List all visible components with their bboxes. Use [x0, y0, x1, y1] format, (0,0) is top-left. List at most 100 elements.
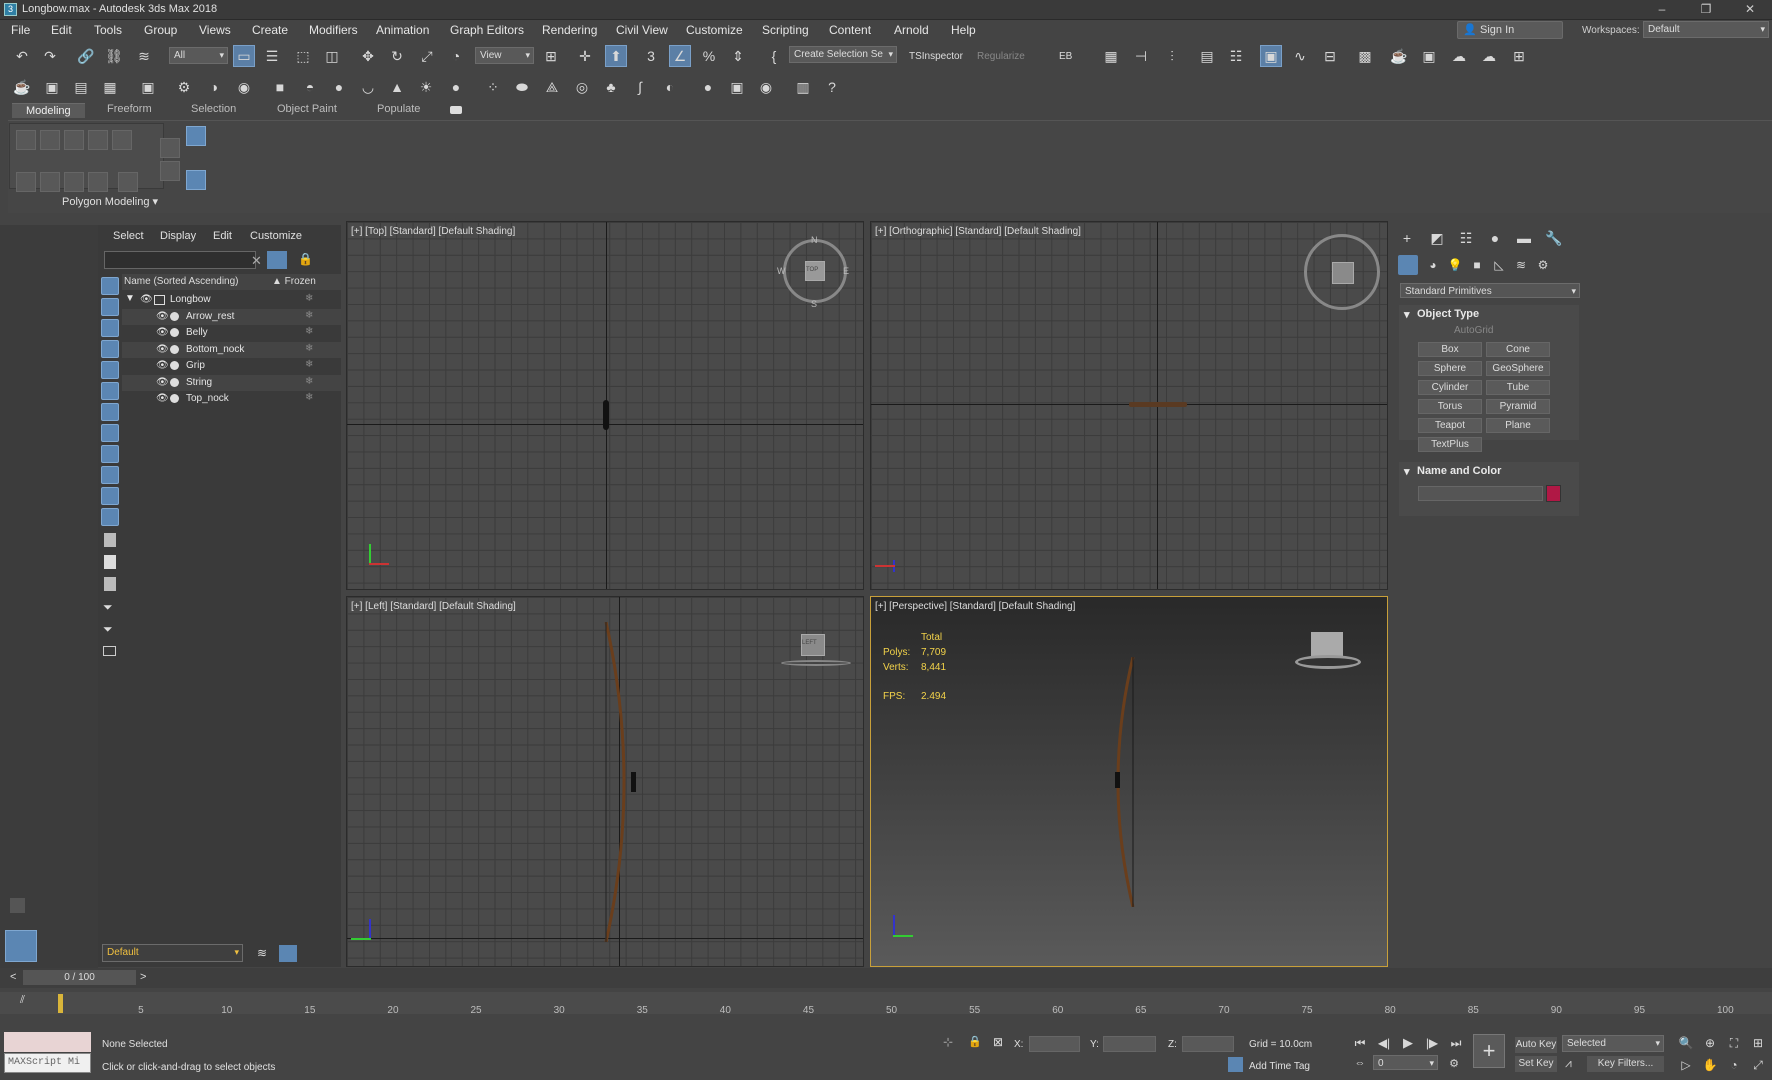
display-invert-icon[interactable] — [104, 577, 116, 591]
display-shapes-icon[interactable] — [101, 298, 119, 316]
isolate-selection-icon[interactable]: ⊹ — [943, 1035, 953, 1049]
sign-in-button[interactable]: 👤 Sign In — [1457, 21, 1563, 39]
ribbon-options-icon[interactable] — [450, 106, 462, 114]
display-geometry-icon[interactable] — [101, 277, 119, 295]
z-coordinate-field[interactable] — [1182, 1036, 1234, 1052]
time-slider-prev-icon[interactable]: < — [10, 971, 16, 983]
pivot-center-icon[interactable]: ⊞ — [540, 45, 562, 67]
freeze-icon[interactable]: ❄ — [305, 392, 313, 403]
freeze-icon[interactable]: ❄ — [305, 376, 313, 387]
render-icon[interactable]: ◉ — [233, 76, 255, 98]
capsule-icon[interactable]: ⬬ — [511, 76, 533, 98]
primitive-category-dropdown[interactable]: Standard Primitives — [1400, 283, 1580, 299]
space-warps-category-icon[interactable]: ≋ — [1510, 254, 1532, 276]
viewport-orthographic[interactable]: [+] [Orthographic] [Standard] [Default S… — [870, 221, 1388, 590]
object-color-swatch[interactable] — [1546, 485, 1561, 502]
rollout-toggle-icon[interactable]: ▾ — [1404, 465, 1410, 478]
next-modifier-icon[interactable] — [64, 172, 84, 192]
eye-icon[interactable]: 👁 — [156, 311, 169, 322]
keyboard-shortcut-override-icon[interactable]: ⬆ — [605, 45, 627, 67]
lock-icon[interactable]: 🔒 — [298, 252, 313, 266]
freeze-icon[interactable]: ❄ — [305, 343, 313, 354]
app-icon[interactable]: 3 — [4, 3, 17, 16]
close-button[interactable]: ✕ — [1728, 0, 1772, 20]
box-button[interactable]: Box — [1418, 342, 1482, 357]
object-name-input[interactable] — [1418, 486, 1543, 501]
longbow-left-view[interactable] — [602, 622, 652, 942]
curve-editor-mini-icon[interactable]: ⫽ — [20, 994, 25, 1007]
tube-button[interactable]: Tube — [1486, 380, 1550, 395]
viewcube-ring[interactable] — [781, 660, 851, 666]
eye-icon[interactable]: 👁 — [156, 393, 169, 404]
freeze-icon[interactable]: ❄ — [305, 293, 313, 304]
teapot-button[interactable]: Teapot — [1418, 418, 1482, 433]
tree-item-belly[interactable]: 👁 Belly ❄ — [122, 325, 341, 341]
longbow-top-view[interactable] — [603, 400, 609, 430]
previous-modifier-icon[interactable] — [40, 172, 60, 192]
layer-explorer-toggle-icon[interactable] — [279, 945, 297, 962]
viewport-label[interactable]: [+] [Left] [Standard] [Default Shading] — [351, 601, 516, 612]
menu-create[interactable]: Create — [252, 23, 288, 37]
folder-icon[interactable] — [103, 646, 116, 656]
viewport-left[interactable]: [+] [Left] [Standard] [Default Shading] … — [346, 596, 864, 967]
viewport-label[interactable]: [+] [Top] [Standard] [Default Shading] — [351, 226, 515, 237]
tab-freeform[interactable]: Freeform — [107, 103, 152, 115]
tripod-icon[interactable]: ⟁ — [541, 76, 563, 98]
percent-snap-icon[interactable]: % — [698, 45, 720, 67]
go-to-end-icon[interactable]: ⏭ — [1445, 1032, 1467, 1054]
help-icon[interactable]: ? — [821, 76, 843, 98]
mirror-icon[interactable]: ⊣ — [1130, 45, 1152, 67]
hierarchy-tab-icon[interactable]: ☷ — [1455, 227, 1477, 249]
headphones-icon[interactable]: ◑ — [203, 76, 225, 98]
snaps-toggle-icon[interactable]: 3 — [640, 45, 662, 67]
link-icon[interactable]: 🔗 — [75, 45, 97, 67]
zoom-icon[interactable]: 🔍 — [1675, 1032, 1697, 1054]
eye-icon[interactable]: 👁 — [156, 327, 169, 338]
render-in-cloud-icon[interactable]: ☁ — [1478, 45, 1500, 67]
scene-icon[interactable]: ▣ — [41, 76, 63, 98]
tree-item-top-nock[interactable]: 👁 Top_nock ❄ — [122, 391, 341, 407]
sphere-button[interactable]: Sphere — [1418, 361, 1482, 376]
menu-civil-view[interactable]: Civil View — [616, 23, 668, 37]
scene-tab-customize[interactable]: Customize — [250, 230, 302, 242]
key-tangent-icon[interactable]: ⩘ — [1565, 1056, 1572, 1071]
placement-icon[interactable]: ◔ — [445, 45, 467, 67]
key-selection-dropdown[interactable]: Selected — [1562, 1035, 1664, 1052]
rotate-icon[interactable]: ↻ — [386, 45, 408, 67]
display-helpers-icon[interactable] — [101, 361, 119, 379]
longbow-perspective-view[interactable] — [1111, 657, 1151, 907]
lights-category-icon[interactable]: 💡 — [1444, 254, 1466, 276]
a360-gallery-icon[interactable]: ⊞ — [1508, 45, 1530, 67]
viewcube[interactable]: TOP — [805, 261, 825, 281]
tab-populate[interactable]: Populate — [377, 103, 420, 115]
camera-icon[interactable]: ▣ — [137, 76, 159, 98]
scene-tab-display[interactable]: Display — [160, 230, 196, 242]
display-groups-icon[interactable] — [101, 403, 119, 421]
polygon-modeling-dropdown[interactable]: Polygon Modeling ▾ — [9, 195, 211, 208]
display-all-icon[interactable] — [104, 533, 116, 547]
render-setup-icon[interactable]: ☕ — [1388, 45, 1410, 67]
time-slider-next-icon[interactable]: > — [140, 971, 146, 983]
modify-tab-icon[interactable]: ◩ — [1426, 227, 1448, 249]
freeze-icon[interactable]: ❄ — [305, 326, 313, 337]
sphere-icon[interactable]: ● — [328, 76, 350, 98]
render-window-icon[interactable]: ▥ — [792, 76, 814, 98]
vertex-icon[interactable] — [16, 130, 36, 150]
layer-explorer-icon[interactable]: ☷ — [1225, 45, 1247, 67]
collapse-stack-icon[interactable] — [118, 172, 138, 192]
display-hidden-icon[interactable] — [101, 508, 119, 526]
minimize-button[interactable]: – — [1640, 0, 1684, 20]
show-end-result-icon[interactable] — [88, 172, 108, 192]
autogrid-checkbox[interactable]: AutoGrid — [1454, 325, 1493, 336]
display-bones-icon[interactable] — [101, 445, 119, 463]
bowl-icon[interactable]: ◡ — [357, 76, 379, 98]
select-manipulate-icon[interactable]: ✛ — [574, 45, 596, 67]
menu-edit[interactable]: Edit — [51, 23, 72, 37]
absolute-mode-icon[interactable]: ⊠ — [993, 1035, 1003, 1049]
eye-icon[interactable]: 👁 — [156, 377, 169, 388]
cone-button[interactable]: Cone — [1486, 342, 1550, 357]
filter-funnel-2-icon[interactable]: ⏷ — [103, 622, 113, 637]
torus-button[interactable]: Torus — [1418, 399, 1482, 414]
tools-icon[interactable]: ⚙ — [173, 76, 195, 98]
gold-sphere-icon[interactable]: ● — [445, 76, 467, 98]
